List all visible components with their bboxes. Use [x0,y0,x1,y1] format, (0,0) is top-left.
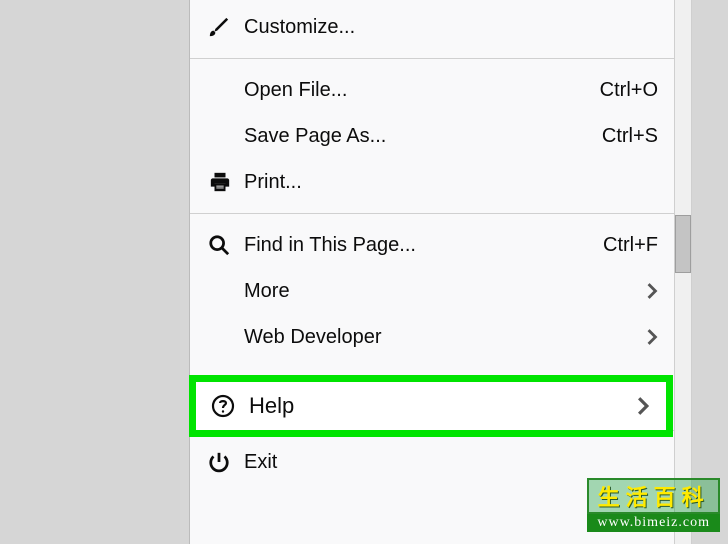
menu-item-more[interactable]: More [190,268,676,314]
menu-item-shortcut: Ctrl+S [602,125,658,148]
menu-item-shortcut: Ctrl+O [600,79,658,102]
menu-item-label: Customize... [244,16,658,39]
paintbrush-icon [208,16,244,38]
menu-item-label: More [244,280,646,303]
watermark-title: 生活百科 [587,478,720,514]
watermark: 生活百科 www.bimeiz.com [587,478,720,532]
menu-item-open-file[interactable]: Open File... Ctrl+O [190,67,676,113]
chevron-right-icon [646,283,658,299]
menu-item-print[interactable]: Print... [190,159,676,205]
menu-item-find-in-page[interactable]: Find in This Page... Ctrl+F [190,222,676,268]
menu-item-label: Print... [244,171,658,194]
search-icon [208,234,244,256]
menu-divider [190,213,676,214]
power-icon [208,451,244,473]
printer-icon [208,171,244,193]
scrollbar-thumb[interactable] [675,215,691,273]
watermark-url: www.bimeiz.com [587,514,720,532]
menu-section-tools: Find in This Page... Ctrl+F More Web Dev… [190,218,676,364]
menu-item-label: Save Page As... [244,125,602,148]
menu-item-shortcut: Ctrl+F [603,234,658,257]
menu-divider [190,58,676,59]
menu-item-label: Open File... [244,79,600,102]
menu-item-save-page-as[interactable]: Save Page As... Ctrl+S [190,113,676,159]
menu-item-label: Find in This Page... [244,234,603,257]
menu-item-label: Web Developer [244,326,646,349]
menu-item-web-developer[interactable]: Web Developer [190,314,676,360]
menu-item-label: Help [249,393,637,419]
menu-item-help[interactable]: Help [189,375,673,437]
menu-section-customize: Customize... [190,0,676,54]
menu-item-label: Exit [244,451,658,474]
menu-item-customize[interactable]: Customize... [190,4,676,50]
chevron-right-icon [637,397,649,415]
chevron-right-icon [646,329,658,345]
menu-section-file: Open File... Ctrl+O Save Page As... Ctrl… [190,63,676,209]
application-menu: Customize... Open File... Ctrl+O Save Pa… [189,0,677,544]
help-icon [211,394,249,418]
